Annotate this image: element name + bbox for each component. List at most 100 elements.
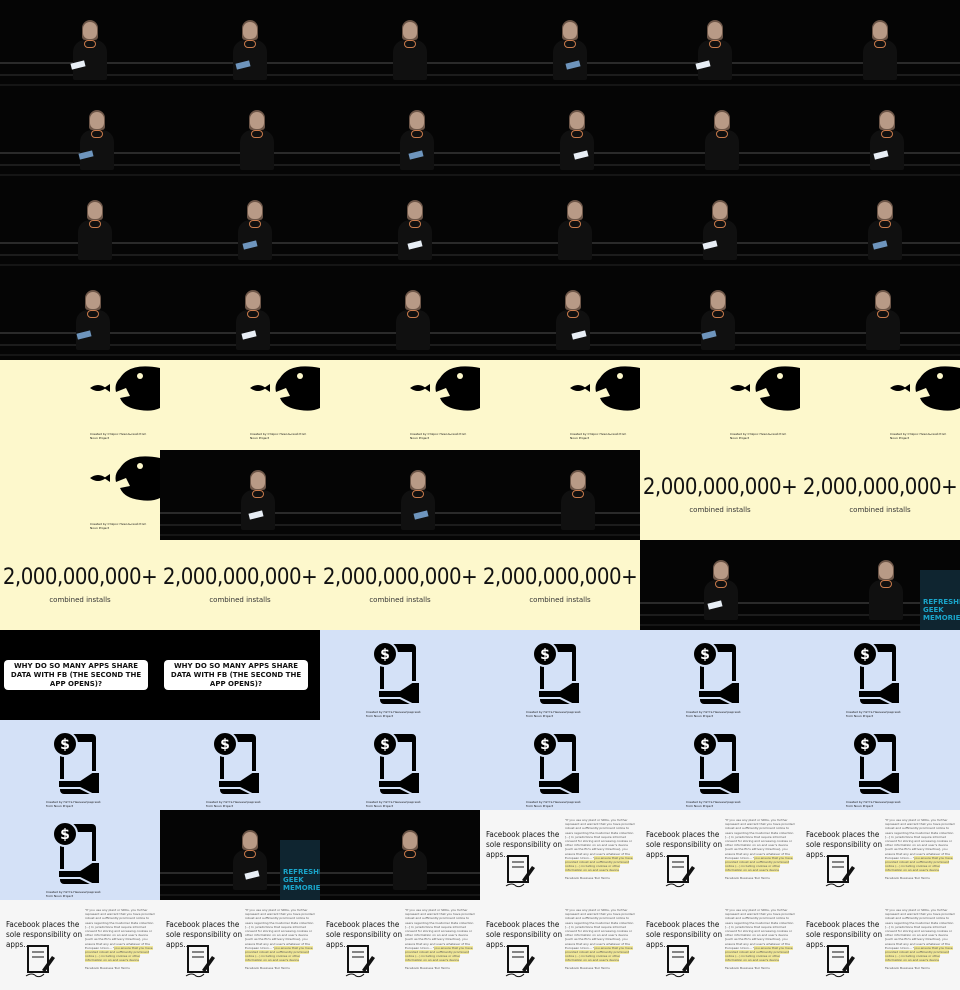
phone-payment-icon: $ [532,641,581,705]
frame-thumbnail[interactable] [640,270,800,360]
stage-rail [320,524,480,526]
speaker-head [714,562,728,579]
frame-thumbnail[interactable]: $ Created by Гётта Немнинградский from No… [160,720,320,810]
frame-thumbnail[interactable]: $ Created by Гётта Немнинградский from No… [480,720,640,810]
frame-thumbnail[interactable]: Created by Стёрос Никольский from Noun P… [800,360,960,450]
frame-thumbnail[interactable] [320,810,480,900]
frame-thumbnail[interactable]: WHY DO SO MANY APPS SHARE DATA WITH FB (… [0,630,160,720]
frame-thumbnail[interactable] [0,90,160,180]
frame-thumbnail[interactable]: Created by Стёрос Никольский from Noun P… [320,360,480,450]
frame-thumbnail[interactable]: $ Created by Гётта Немнинградский from No… [800,630,960,720]
frame-thumbnail[interactable]: WHY DO SO MANY APPS SHARE DATA WITH FB (… [160,630,320,720]
frame-thumbnail[interactable]: Facebook places the sole responsibility … [0,900,160,990]
fish-credit: Created by Стёрос Никольский from Noun P… [410,432,467,440]
frame-thumbnail[interactable] [320,270,480,360]
frame-thumbnail[interactable] [160,270,320,360]
frame-thumbnail[interactable]: Facebook places the sole responsibility … [640,810,800,900]
frame-thumbnail[interactable]: $ Created by Гётта Немнинградский from No… [640,630,800,720]
stage-rail [320,354,480,356]
frame-thumbnail[interactable]: Facebook places the sole responsibility … [480,900,640,990]
frame-thumbnail[interactable] [800,90,960,180]
frame-thumbnail[interactable]: $ Created by Гётта Немнинградский from No… [320,720,480,810]
contact-sheet-grid: Created by Стёрос Никольский from Noun P… [0,0,960,990]
frame-thumbnail[interactable]: Facebook places the sole responsibility … [800,900,960,990]
frame-thumbnail[interactable] [160,0,320,90]
frame-thumbnail[interactable] [480,450,640,540]
necklace [412,490,424,498]
frame-thumbnail[interactable]: 2,000,000,000+ combined installs [320,540,480,630]
svg-text:$: $ [380,647,390,663]
frame-thumbnail[interactable]: 2,000,000,000+ combined installs [800,450,960,540]
phone-credit: Created by Гётта Немнинградский from Nou… [366,800,421,808]
frame-thumbnail[interactable]: Created by Стёрос Никольский from Noun P… [160,360,320,450]
stage-rail [320,534,480,536]
quote-text: "If you use any plant or SDKs, you furth… [565,908,635,950]
frame-thumbnail[interactable] [800,180,960,270]
frame-thumbnail[interactable] [320,0,480,90]
frame-thumbnail[interactable] [640,90,800,180]
frame-thumbnail[interactable] [0,0,160,90]
stage-rail [800,354,960,356]
frame-thumbnail[interactable]: REFRESHING GEEK MEMORIES [160,810,320,900]
frame-thumbnail[interactable] [160,450,320,540]
necklace [714,220,726,228]
frame-thumbnail[interactable]: Facebook places the sole responsibility … [800,810,960,900]
frame-thumbnail[interactable] [320,450,480,540]
phone-payment-icon: $ [212,731,261,795]
frame-thumbnail[interactable] [640,180,800,270]
svg-text:$: $ [60,737,70,753]
frame-thumbnail[interactable] [0,180,160,270]
frame-thumbnail[interactable]: Created by Стёрос Никольский from Noun P… [0,360,160,450]
phone-credit: Created by Гётта Немнинградский from Nou… [46,800,101,808]
speaker-head [410,112,424,129]
stage-rail [480,354,640,356]
frame-thumbnail[interactable]: $ Created by Гётта Немнинградский from No… [480,630,640,720]
frame-thumbnail[interactable] [320,180,480,270]
necklace [571,130,583,138]
frame-thumbnail[interactable] [640,540,800,630]
frame-thumbnail[interactable] [640,0,800,90]
frame-thumbnail[interactable]: Facebook places the sole responsibility … [320,900,480,990]
frame-thumbnail[interactable]: 2,000,000,000+ combined installs [480,540,640,630]
stage-rail [160,524,320,526]
speaker-head [246,292,260,309]
frame-thumbnail[interactable]: $ Created by Гётта Немнинградский from No… [0,810,160,900]
frame-thumbnail[interactable]: 2,000,000,000+ combined installs [0,540,160,630]
frame-thumbnail[interactable]: $ Created by Гётта Немнинградский from No… [320,630,480,720]
phone-credit: Created by Гётта Немнинградский from Nou… [526,800,581,808]
speaker-head [250,112,264,129]
necklace [244,850,256,858]
frame-thumbnail[interactable] [480,0,640,90]
frame-thumbnail[interactable]: Facebook places the sole responsibility … [480,810,640,900]
frame-thumbnail[interactable]: Created by Стёрос Никольский from Noun P… [0,450,160,540]
frame-thumbnail[interactable] [0,270,160,360]
frame-thumbnail[interactable]: $ Created by Гётта Немнинградский from No… [640,720,800,810]
frame-thumbnail[interactable]: Created by Стёрос Никольский from Noun P… [640,360,800,450]
frame-thumbnail[interactable] [320,90,480,180]
frame-thumbnail[interactable] [480,90,640,180]
stage-rail [640,354,800,356]
svg-text:$: $ [860,737,870,753]
frame-thumbnail[interactable] [480,270,640,360]
frame-thumbnail[interactable]: Facebook places the sole responsibility … [640,900,800,990]
frame-thumbnail[interactable]: 2,000,000,000+ combined installs [160,540,320,630]
frame-thumbnail[interactable]: $ Created by Гётта Немнинградский from No… [0,720,160,810]
frame-thumbnail[interactable]: $ Created by Гётта Немнинградский from No… [800,720,960,810]
frame-thumbnail[interactable] [800,270,960,360]
frame-thumbnail[interactable]: 2,000,000,000+ combined installs [640,450,800,540]
frame-thumbnail[interactable]: REFRESHING GEEK MEMORIES [800,540,960,630]
fish-credit: Created by Стёрос Никольский from Noun P… [90,522,147,530]
necklace [567,310,579,318]
stage-rail [0,84,160,86]
frame-thumbnail[interactable] [160,90,320,180]
frame-thumbnail[interactable] [800,0,960,90]
frame-thumbnail[interactable] [480,180,640,270]
speaker-head [571,472,585,489]
frame-thumbnail[interactable] [160,180,320,270]
contract-signature-icon [505,855,535,888]
speaker-head [713,202,727,219]
frame-thumbnail[interactable]: Created by Стёрос Никольский from Noun P… [480,360,640,450]
frame-thumbnail[interactable]: Facebook places the sole responsibility … [160,900,320,990]
stage-rail [160,512,320,514]
svg-text:$: $ [380,737,390,753]
